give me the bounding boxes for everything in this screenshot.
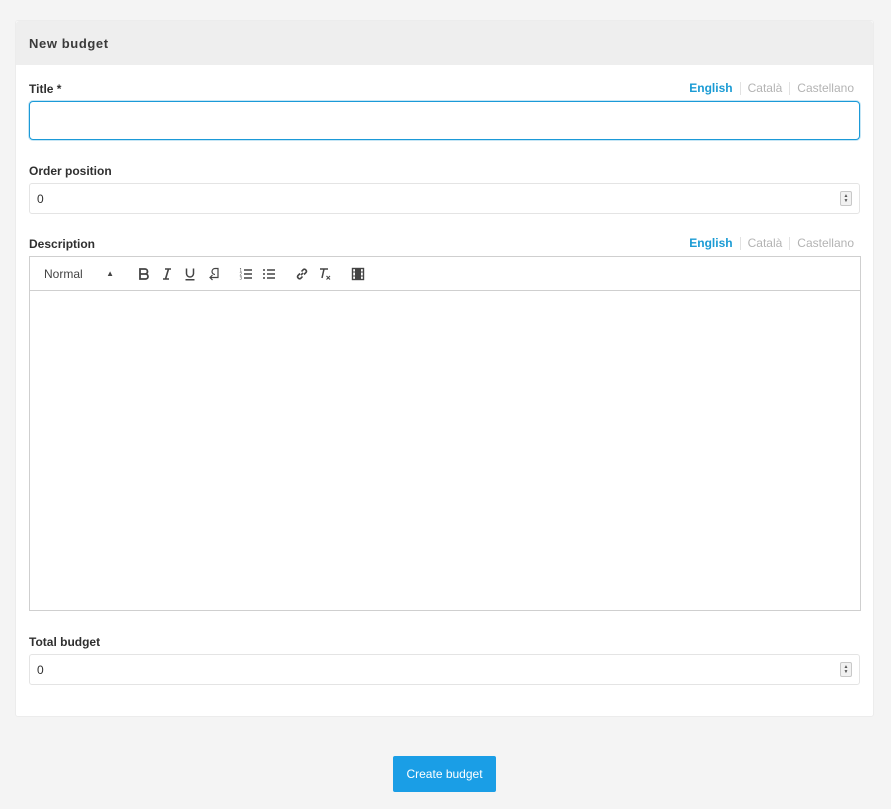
description-tab-catala[interactable]: Català xyxy=(739,237,790,250)
title-tab-catala[interactable]: Català xyxy=(739,82,790,95)
description-label: Description xyxy=(29,237,96,251)
title-label: Title * xyxy=(29,82,62,96)
format-select[interactable]: Normal ▲ xyxy=(44,267,114,281)
total-budget-input[interactable]: 0 ▲ ▼ xyxy=(29,654,860,685)
stepper-down-icon[interactable]: ▼ xyxy=(844,669,849,675)
order-position-value: 0 xyxy=(37,191,44,206)
order-position-input[interactable]: 0 ▲ ▼ xyxy=(29,183,860,214)
card-title: New budget xyxy=(16,21,873,65)
bullet-list-icon[interactable] xyxy=(257,264,280,284)
underline-icon[interactable] xyxy=(178,264,201,284)
ordered-list-icon[interactable]: 123 xyxy=(234,264,257,284)
select-arrows-icon: ▲ xyxy=(106,269,114,278)
new-budget-card: New budget Title * English Català Castel… xyxy=(15,20,874,717)
title-tab-english[interactable]: English xyxy=(689,82,739,95)
svg-text:3: 3 xyxy=(239,275,242,280)
description-tab-castellano[interactable]: Castellano xyxy=(789,237,854,250)
description-tab-english[interactable]: English xyxy=(689,237,739,250)
format-select-value: Normal xyxy=(44,266,83,281)
description-editor: Normal ▲ 123 xyxy=(29,256,861,611)
title-language-tabs: English Català Castellano xyxy=(689,82,854,95)
title-input[interactable] xyxy=(29,101,860,140)
description-content-area[interactable] xyxy=(30,291,860,610)
total-budget-stepper[interactable]: ▲ ▼ xyxy=(840,662,852,677)
total-budget-value: 0 xyxy=(37,662,44,677)
video-icon[interactable] xyxy=(346,264,369,284)
bold-icon[interactable] xyxy=(132,264,155,284)
order-position-label: Order position xyxy=(29,164,112,178)
total-budget-label: Total budget xyxy=(29,635,101,649)
clear-format-icon[interactable] xyxy=(313,264,336,284)
order-position-stepper[interactable]: ▲ ▼ xyxy=(840,191,852,206)
stepper-down-icon[interactable]: ▼ xyxy=(844,198,849,204)
create-budget-button[interactable]: Create budget xyxy=(393,756,496,792)
description-language-tabs: English Català Castellano xyxy=(689,237,854,250)
title-tab-castellano[interactable]: Castellano xyxy=(789,82,854,95)
link-icon[interactable] xyxy=(290,264,313,284)
italic-icon[interactable] xyxy=(155,264,178,284)
editor-toolbar: Normal ▲ 123 xyxy=(30,257,860,291)
paragraph-icon[interactable] xyxy=(201,264,224,284)
